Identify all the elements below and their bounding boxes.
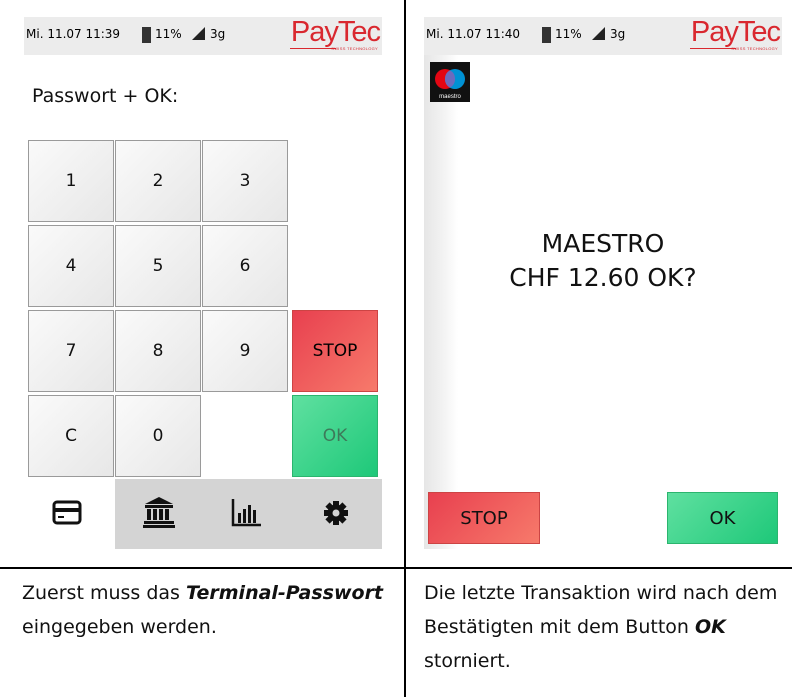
key-1[interactable]: 1 — [28, 140, 114, 222]
column-divider — [404, 0, 406, 697]
nav-reports[interactable] — [203, 479, 291, 549]
nav-settings[interactable] — [292, 479, 380, 549]
password-prompt: Passwort + OK: — [32, 85, 179, 107]
signal-icon — [192, 27, 205, 40]
caption-right: Die letzte Transaktion wird nach dem Bes… — [424, 576, 792, 678]
confirmation-screen: Mi. 11.07 11:40 11% 3g PayTec SWISS TECH… — [424, 17, 782, 549]
maestro-logo: maestro — [430, 62, 470, 102]
clear-button[interactable]: C — [28, 395, 114, 477]
bank-icon — [143, 497, 175, 528]
status-bar: Mi. 11.07 11:40 11% 3g PayTec SWISS TECH… — [424, 17, 782, 55]
card-brand-text: MAESTRO — [541, 229, 665, 258]
key-2[interactable]: 2 — [115, 140, 201, 222]
logo-tagline: SWISS TECHNOLOGY — [731, 46, 778, 51]
paytec-logo: PayTec SWISS TECHNOLOGY — [280, 17, 381, 51]
svg-text:maestro: maestro — [439, 94, 461, 100]
key-5[interactable]: 5 — [115, 225, 201, 307]
bar-chart-icon — [231, 499, 261, 527]
confirmation-body — [424, 55, 782, 549]
nav-bank[interactable] — [115, 479, 203, 549]
ok-button[interactable]: OK — [292, 395, 378, 477]
amount-confirmation-text: CHF 12.60 OK? — [509, 263, 697, 292]
key-7[interactable]: 7 — [28, 310, 114, 392]
status-datetime: Mi. 11.07 11:40 — [426, 27, 521, 41]
key-3[interactable]: 3 — [202, 140, 288, 222]
credit-card-icon — [52, 500, 82, 525]
key-9[interactable]: 9 — [202, 310, 288, 392]
stop-button[interactable]: STOP — [428, 492, 540, 544]
caption-right-text2: storniert. — [424, 650, 511, 672]
row-divider — [0, 567, 792, 569]
key-6[interactable]: 6 — [202, 225, 288, 307]
password-screen: Mi. 11.07 11:39 11% 3g PayTec SWISS TECH… — [24, 17, 382, 549]
caption-left-text2: eingegeben werden. — [22, 616, 217, 638]
logo-underline — [690, 48, 736, 49]
paytec-logo: PayTec SWISS TECHNOLOGY — [680, 17, 781, 51]
battery-level: 11% — [555, 27, 582, 41]
status-datetime: Mi. 11.07 11:39 — [26, 27, 121, 41]
bottom-nav — [24, 479, 382, 549]
network-type: 3g — [210, 27, 226, 41]
battery-icon — [142, 27, 151, 43]
status-bar: Mi. 11.07 11:39 11% 3g PayTec SWISS TECH… — [24, 17, 382, 55]
caption-left-emphasis: Terminal-Passwort — [185, 582, 384, 604]
caption-left: Zuerst muss das Terminal-Passwort eingeg… — [22, 576, 392, 644]
key-4[interactable]: 4 — [28, 225, 114, 307]
ok-button[interactable]: OK — [667, 492, 778, 544]
maestro-icon: maestro — [435, 69, 465, 100]
gear-icon — [324, 501, 348, 525]
battery-icon — [542, 27, 551, 43]
logo-tagline: SWISS TECHNOLOGY — [331, 46, 378, 51]
logo-underline — [290, 48, 336, 49]
logo-name: PayTec — [290, 17, 381, 48]
key-0[interactable]: 0 — [115, 395, 201, 477]
key-8[interactable]: 8 — [115, 310, 201, 392]
stop-button[interactable]: STOP — [292, 310, 378, 392]
battery-level: 11% — [155, 27, 182, 41]
network-type: 3g — [610, 27, 626, 41]
nav-payment[interactable] — [24, 479, 112, 549]
caption-left-text1: Zuerst muss das — [22, 582, 186, 604]
logo-name: PayTec — [690, 17, 781, 48]
caption-right-emphasis: OK — [694, 616, 726, 638]
signal-icon — [592, 27, 605, 40]
